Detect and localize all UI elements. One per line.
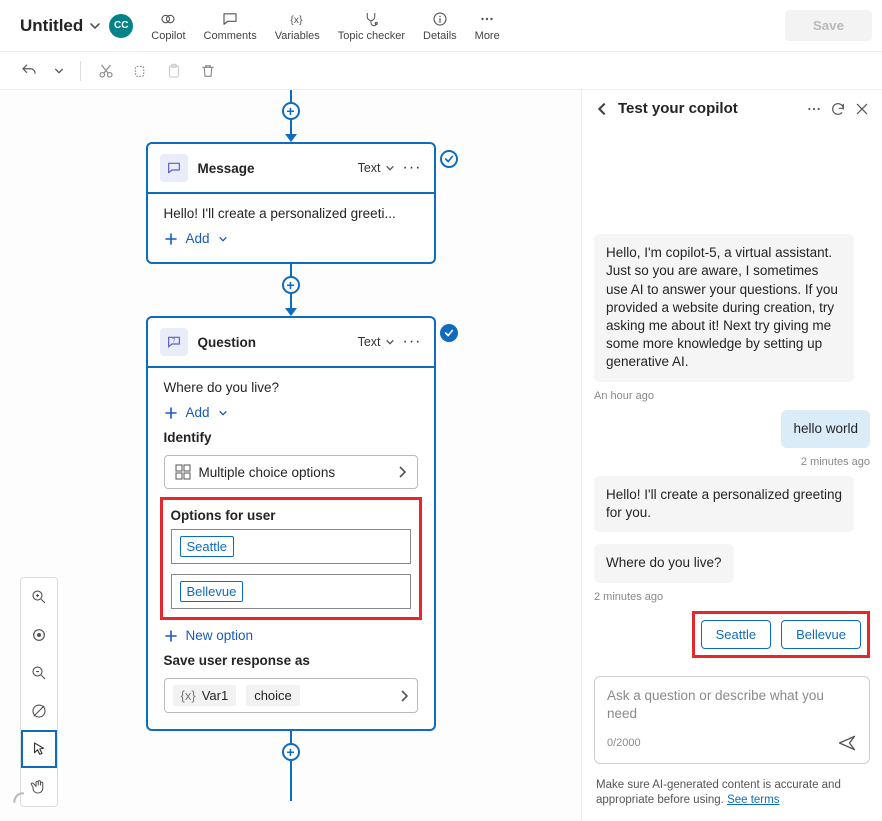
bot-message: Hello, I'm copilot-5, a virtual assistan… [594, 234, 854, 382]
question-icon: ? [160, 328, 188, 356]
add-question-variant-button[interactable]: Add [164, 405, 418, 420]
zoom-out-button[interactable] [21, 654, 57, 692]
question-prompt[interactable]: Where do you live? [164, 380, 418, 395]
variable-type-chip: choice [246, 685, 300, 706]
entity-icon [175, 464, 191, 480]
chevron-down-icon [218, 234, 228, 244]
presence-avatar[interactable]: CC [109, 14, 133, 38]
plus-icon [164, 406, 178, 420]
plus-icon [164, 629, 178, 643]
char-counter: 0/2000 [607, 737, 641, 749]
zoom-in-button[interactable] [21, 578, 57, 616]
new-option-button[interactable]: New option [164, 628, 418, 643]
options-highlight: Options for user Seattle Bellevue [160, 497, 422, 620]
refresh-button[interactable] [830, 101, 846, 117]
copy-button[interactable] [131, 62, 149, 80]
option-input-2[interactable]: Bellevue [171, 574, 411, 609]
suggested-actions-highlight: Seattle Bellevue [692, 611, 870, 658]
message-timestamp: 2 minutes ago [801, 456, 870, 468]
chevron-right-icon [399, 689, 409, 703]
identify-label: Identify [164, 430, 418, 445]
topic-title: Untitled [20, 16, 83, 36]
message-icon [160, 154, 188, 182]
insert-node-button[interactable]: + [282, 276, 300, 294]
insert-node-button[interactable]: + [282, 743, 300, 761]
close-panel-button[interactable] [854, 101, 870, 117]
composer-placeholder: Ask a question or describe what you need [607, 687, 857, 723]
see-terms-link[interactable]: See terms [727, 794, 779, 806]
identify-picker[interactable]: Multiple choice options [164, 455, 418, 489]
topic-checker-button[interactable]: Topic checker [338, 10, 405, 42]
edit-subbar [0, 52, 882, 90]
chevron-down-icon [385, 337, 395, 347]
send-button[interactable] [837, 733, 857, 753]
node-title: Message [198, 161, 348, 176]
stethoscope-icon [362, 10, 380, 28]
fit-view-button[interactable] [21, 692, 57, 730]
bot-message: Where do you live? [594, 544, 734, 582]
more-button[interactable]: More [475, 10, 500, 42]
app-topbar: Untitled CC Copilot Comments {x} Variabl… [0, 0, 882, 52]
option-input-1[interactable]: Seattle [171, 529, 411, 564]
output-type-dropdown[interactable]: Text [358, 161, 395, 175]
suggested-action[interactable]: Bellevue [781, 620, 861, 649]
node-more-button[interactable]: ··· [403, 159, 422, 177]
message-timestamp: 2 minutes ago [594, 591, 870, 603]
variables-button[interactable]: {x} Variables [275, 10, 320, 42]
zoom-reset-button[interactable] [21, 616, 57, 654]
svg-text:{x}: {x} [290, 13, 303, 25]
authoring-canvas[interactable]: + Message Text ··· [0, 90, 582, 821]
toolbar-commands: Copilot Comments {x} Variables Topic che… [151, 10, 499, 42]
undo-history-dropdown[interactable] [54, 66, 64, 76]
panel-more-button[interactable] [806, 101, 822, 117]
chat-composer[interactable]: Ask a question or describe what you need… [594, 676, 870, 764]
comments-button[interactable]: Comments [204, 10, 257, 42]
ai-disclaimer: Make sure AI-generated content is accura… [582, 770, 882, 821]
ellipsis-icon [478, 10, 496, 28]
topic-title-dropdown[interactable]: Untitled [20, 16, 101, 36]
insert-node-button[interactable]: + [282, 102, 300, 120]
panel-title: Test your copilot [618, 100, 798, 117]
undo-button[interactable] [20, 62, 38, 80]
plus-icon [164, 232, 178, 246]
variables-icon: {x} [288, 10, 306, 28]
save-button[interactable]: Save [785, 10, 872, 41]
delete-button[interactable] [199, 62, 217, 80]
save-response-label: Save user response as [164, 653, 418, 668]
bot-message: Hello! I'll create a personalized greeti… [594, 476, 854, 532]
message-timestamp: An hour ago [594, 390, 870, 402]
details-button[interactable]: Details [423, 10, 457, 42]
node-more-button[interactable]: ··· [403, 333, 422, 351]
select-tool-button[interactable] [21, 730, 57, 768]
test-copilot-panel: Test your copilot Hello, I'm copilot-5, … [582, 90, 882, 821]
canvas-zoom-controls [20, 577, 58, 807]
comment-icon [221, 10, 239, 28]
suggested-action[interactable]: Seattle [701, 620, 771, 649]
node-title: Question [198, 335, 348, 350]
cut-button[interactable] [97, 62, 115, 80]
collapse-panel-button[interactable] [594, 101, 610, 117]
output-type-dropdown[interactable]: Text [358, 335, 395, 349]
options-label: Options for user [171, 508, 411, 523]
chevron-down-icon [89, 20, 101, 32]
user-message: hello world [781, 410, 870, 448]
chevron-down-icon [385, 163, 395, 173]
copilot-button[interactable]: Copilot [151, 10, 185, 42]
info-icon [431, 10, 449, 28]
node-status-icon [440, 150, 458, 168]
variable-picker[interactable]: {x} Var1 choice [164, 678, 418, 713]
variable-chip: {x} Var1 [173, 685, 237, 706]
node-active-icon [440, 324, 458, 342]
chevron-down-icon [218, 408, 228, 418]
chat-transcript: Hello, I'm copilot-5, a virtual assistan… [582, 127, 882, 670]
minimap-toggle[interactable] [10, 789, 36, 815]
message-body-text[interactable]: Hello! I'll create a personalized greeti… [164, 206, 418, 221]
question-node[interactable]: ? Question Text ··· Where do you live? [146, 316, 436, 731]
message-node[interactable]: Message Text ··· Hello! I'll create a pe… [146, 142, 436, 264]
paste-button[interactable] [165, 62, 183, 80]
add-message-variant-button[interactable]: Add [164, 231, 418, 246]
chevron-right-icon [397, 465, 407, 479]
